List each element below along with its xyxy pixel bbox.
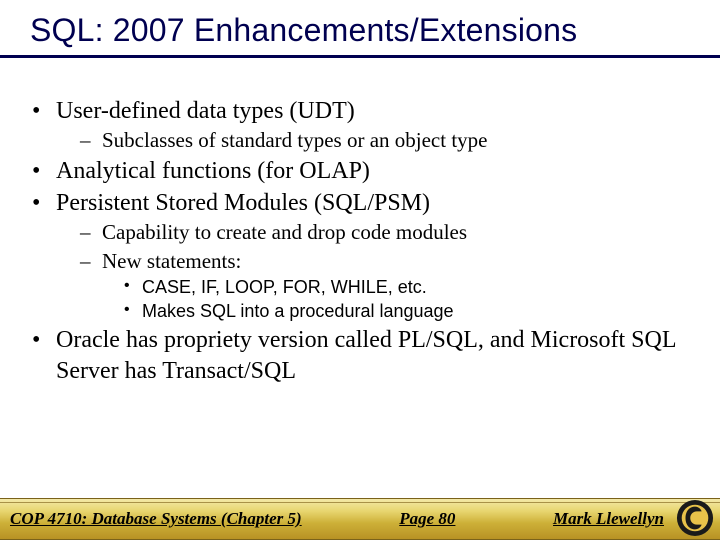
bullet-text: User-defined data types (UDT)	[56, 98, 355, 124]
sub-sub-bullet-list: CASE, IF, LOOP, FOR, WHILE, etc. Makes S…	[102, 275, 696, 324]
sub-bullet-text: New statements:	[102, 249, 241, 273]
slide: SQL: 2007 Enhancements/Extensions User-d…	[0, 0, 720, 540]
sub-sub-bullet-item: CASE, IF, LOOP, FOR, WHILE, etc.	[120, 275, 696, 299]
bullet-item: Analytical functions (for OLAP)	[24, 156, 696, 187]
bullet-text: Persistent Stored Modules (SQL/PSM)	[56, 190, 430, 216]
title-area: SQL: 2007 Enhancements/Extensions	[0, 0, 720, 58]
sub-bullet-item: Subclasses of standard types or an objec…	[74, 127, 696, 154]
sub-bullet-item: Capability to create and drop code modul…	[74, 219, 696, 246]
sub-bullet-list: Capability to create and drop code modul…	[56, 219, 696, 323]
footer-course: COP 4710: Database Systems (Chapter 5)	[10, 509, 302, 529]
logo-icon	[676, 499, 714, 537]
slide-content: User-defined data types (UDT) Subclasses…	[0, 58, 720, 498]
bullet-item: Oracle has propriety version called PL/S…	[24, 325, 696, 386]
sub-bullet-item: New statements: CASE, IF, LOOP, FOR, WHI…	[74, 248, 696, 323]
sub-sub-bullet-text: Makes SQL into a procedural language	[142, 301, 454, 321]
sub-sub-bullet-text: CASE, IF, LOOP, FOR, WHILE, etc.	[142, 277, 427, 297]
sub-sub-bullet-item: Makes SQL into a procedural language	[120, 299, 696, 323]
bullet-text: Oracle has propriety version called PL/S…	[56, 327, 676, 384]
footer-page: Page 80	[302, 509, 553, 529]
bullet-text: Analytical functions (for OLAP)	[56, 158, 370, 184]
footer-divider	[0, 502, 720, 503]
sub-bullet-text: Subclasses of standard types or an objec…	[102, 128, 488, 152]
sub-bullet-text: Capability to create and drop code modul…	[102, 220, 467, 244]
slide-title: SQL: 2007 Enhancements/Extensions	[30, 12, 690, 49]
bullet-item: User-defined data types (UDT) Subclasses…	[24, 96, 696, 154]
bullet-list: User-defined data types (UDT) Subclasses…	[24, 96, 696, 387]
footer: COP 4710: Database Systems (Chapter 5) P…	[0, 498, 720, 540]
bullet-item: Persistent Stored Modules (SQL/PSM) Capa…	[24, 188, 696, 323]
sub-bullet-list: Subclasses of standard types or an objec…	[56, 127, 696, 154]
